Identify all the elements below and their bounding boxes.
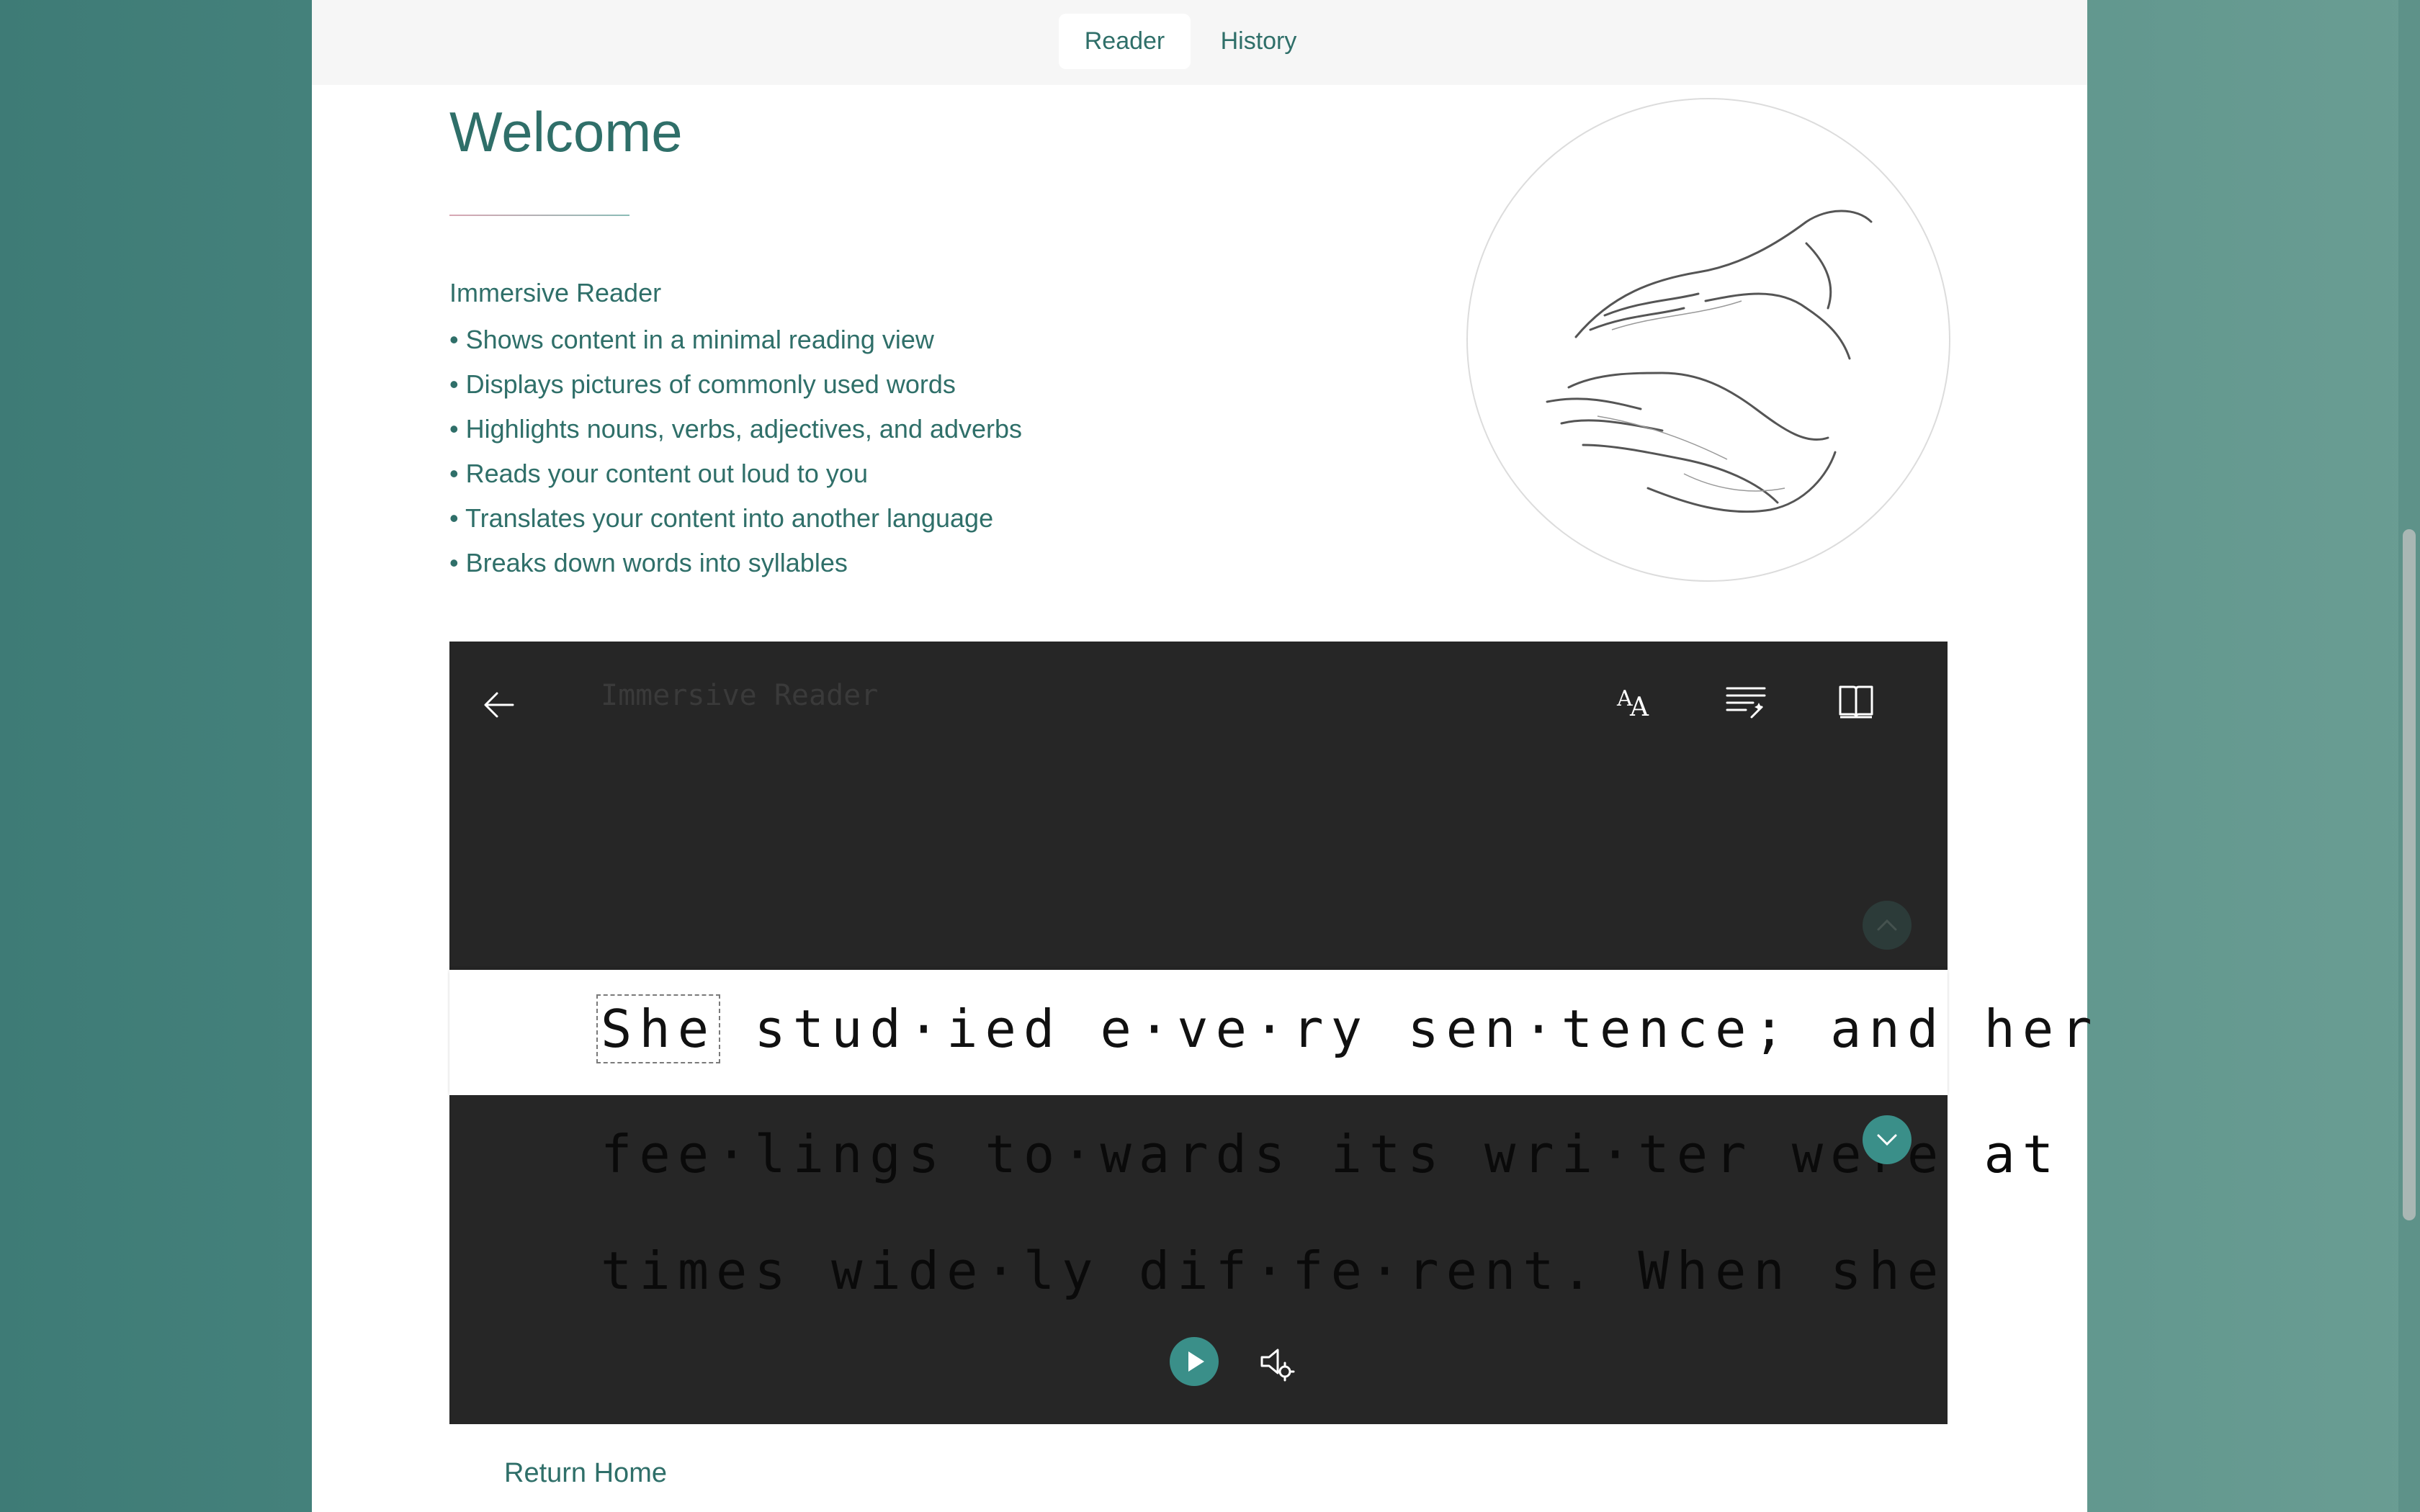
page-container: Reader History Welcome Immersive Reader … [312, 0, 2092, 1512]
voice-settings-icon[interactable] [1258, 1344, 1295, 1382]
play-button[interactable] [1170, 1337, 1219, 1386]
feature-item: • Highlights nouns, verbs, adjectives, a… [449, 414, 1023, 444]
grammar-options-icon[interactable] [1724, 681, 1767, 721]
reader-header-panel: Immersive Reader A A [449, 642, 1948, 970]
page-title: Welcome [449, 100, 683, 163]
intro-heading: Immersive Reader [449, 278, 662, 307]
feature-item: • Breaks down words into syllables [449, 548, 848, 577]
tab-reader[interactable]: Reader [1059, 14, 1191, 69]
reading-preferences-icon[interactable] [1836, 681, 1876, 721]
active-line-text[interactable]: stud·ied e·ve·ry sen·tence; and her [754, 999, 2099, 1059]
play-icon [1188, 1351, 1204, 1372]
feature-item: • Shows content in a minimal reading vie… [449, 325, 934, 354]
reader-title: Immersive Reader [601, 679, 879, 712]
scroll-down-button[interactable] [1863, 1115, 1912, 1164]
tab-history[interactable]: History [1193, 14, 1325, 69]
back-arrow-icon[interactable] [480, 685, 520, 725]
hands-illustration [1466, 98, 1950, 582]
active-reading-line: She stud·ied e·ve·ry sen·tence; and her [596, 994, 2099, 1063]
text-preferences-icon[interactable]: A A [1614, 681, 1654, 721]
chevron-up-icon [1877, 919, 1897, 931]
reader-lower-panel: fee·lings to·wards its wri·ter were at t… [449, 1095, 2053, 1424]
svg-text:A: A [1629, 693, 1649, 721]
feature-item: • Reads your content out loud to you [449, 459, 868, 488]
return-home-link[interactable]: Return Home [504, 1458, 667, 1489]
active-line-panel: She stud·ied e·ve·ry sen·tence; and her [449, 970, 2092, 1095]
upcoming-line[interactable]: fee·lings to·wards its wri·ter were at [601, 1124, 2061, 1184]
chevron-down-icon [1877, 1134, 1897, 1146]
feature-item: • Translates your content into another l… [449, 503, 994, 533]
feature-item: • Displays pictures of commonly used wor… [449, 369, 956, 399]
upcoming-line[interactable]: times wide·ly dif·fe·rent. When she [601, 1241, 1945, 1301]
sketched-hands-icon [1546, 210, 1873, 513]
feature-list: • Shows content in a minimal reading vie… [449, 323, 1022, 590]
focused-word[interactable]: She [596, 994, 721, 1063]
scrollbar-thumb[interactable] [2403, 529, 2416, 1220]
top-navigation: Reader History [312, 0, 2087, 85]
title-divider [449, 215, 629, 216]
scroll-up-button[interactable] [1863, 901, 1912, 950]
